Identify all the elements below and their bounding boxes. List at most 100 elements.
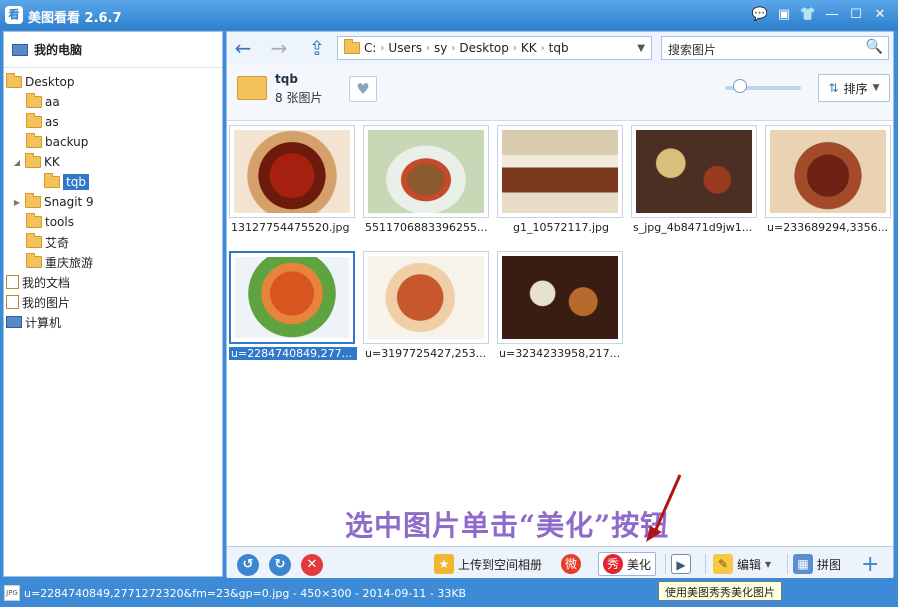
back-arrow-icon[interactable]: ← — [231, 36, 255, 60]
thumbnail-label[interactable]: 5511706883396255... — [365, 221, 497, 234]
path-segment[interactable]: KK — [521, 41, 537, 55]
edit-label: 编辑 — [737, 557, 762, 572]
thumbnail[interactable] — [497, 125, 623, 218]
path-segment[interactable]: sy — [434, 41, 447, 55]
thumbnail[interactable] — [631, 125, 757, 218]
slideshow-button[interactable]: ▶ — [671, 552, 691, 576]
upload-album-label: 上传到空间相册 — [458, 557, 543, 572]
search-input[interactable]: 搜索图片 🔍 — [661, 36, 889, 60]
food-photo-image — [636, 130, 752, 213]
sort-icon: ⇅ — [828, 81, 839, 95]
thumbnail[interactable] — [363, 251, 489, 344]
rotate-left-icon[interactable]: ↺ — [237, 554, 259, 576]
food-photo-image — [368, 130, 484, 213]
search-placeholder: 搜索图片 — [668, 43, 717, 57]
skin-icon[interactable]: 👕 — [798, 6, 818, 24]
tree-item-my-documents[interactable]: 我的文档 — [6, 272, 70, 292]
puzzle-icon: ▦ — [793, 554, 813, 574]
forward-arrow-icon[interactable]: → — [267, 36, 291, 60]
red-pointer-arrow-icon — [646, 474, 682, 542]
folder-info-bar: tqb 8 张图片 ♥ ⇅ 排序 ▼ — [227, 64, 893, 119]
thumbnail[interactable] — [229, 125, 355, 218]
path-segment[interactable]: tqb — [549, 41, 569, 55]
tree-item-aa[interactable]: aa — [26, 92, 60, 112]
tree-item-backup[interactable]: backup — [26, 132, 88, 152]
path-segment[interactable]: C: — [364, 41, 376, 55]
sort-button[interactable]: ⇅ 排序 ▼ — [818, 74, 890, 102]
thumbnail-label[interactable]: s_jpg_4b8471d9jw1... — [633, 221, 765, 234]
tree-item-label: 我的文档 — [22, 275, 71, 290]
path-bar[interactable]: C: › Users › sy › Desktop › KK › tqb ▼ — [337, 36, 652, 60]
tree-item-tools[interactable]: tools — [26, 212, 74, 232]
add-plus-icon[interactable]: + — [861, 552, 879, 577]
path-segment[interactable]: Desktop — [459, 41, 509, 55]
edit-button[interactable]: ✎ 编辑 ▼ — [713, 552, 771, 576]
thumbnail-label[interactable]: u=3234233958,217... — [499, 347, 631, 360]
weibo-icon: 微 — [561, 554, 581, 574]
thumbnail-label[interactable]: u=3197725427,253... — [365, 347, 497, 360]
folder-open-icon — [44, 173, 60, 188]
thumbnail-selected[interactable] — [229, 251, 355, 344]
minimize-icon[interactable]: — — [822, 6, 842, 24]
menu-icon[interactable]: ▣ — [774, 6, 794, 24]
tree-item-label: Snagit 9 — [44, 195, 94, 209]
up-folder-icon[interactable]: ⇪ — [305, 36, 329, 60]
weibo-share-button[interactable]: 微 — [561, 552, 581, 576]
delete-icon[interactable]: ✕ — [301, 554, 323, 576]
thumbnail-label[interactable]: g1_10572117.jpg — [513, 221, 645, 234]
tree-item-chongqing[interactable]: 重庆旅游 — [26, 252, 93, 272]
thumbnail-label-selected[interactable]: u=2284740849,277... — [229, 347, 357, 360]
collapsed-arrow-icon[interactable]: ▶ — [12, 198, 22, 207]
close-icon[interactable]: ✕ — [870, 6, 890, 24]
tree-item-tqb[interactable]: tqb — [44, 172, 89, 192]
search-icon[interactable]: 🔍 — [866, 39, 883, 55]
folder-icon — [26, 93, 42, 108]
tree-item-snagit[interactable]: ▶ Snagit 9 — [12, 192, 94, 212]
path-segment[interactable]: Users — [388, 41, 422, 55]
toolbar-divider — [787, 554, 788, 574]
tree-item-label: as — [45, 115, 59, 129]
thumbnail[interactable] — [363, 125, 489, 218]
toolbar-divider — [705, 554, 706, 574]
tree-item-label: 计算机 — [25, 315, 62, 330]
instruction-overlay-text: 选中图片单击“美化”按钮 — [345, 509, 670, 542]
bottom-toolbar: ↺ ↻ ✕ ★ 上传到空间相册 微 秀 美化 ▶ ✎ 编辑 ▼ ▦ 拼图 + — [227, 546, 893, 578]
tree-item-computer[interactable]: 计算机 — [6, 312, 61, 332]
feedback-icon[interactable]: 💬 — [750, 6, 770, 24]
tree-item-label: tqb — [63, 174, 89, 190]
rotate-right-icon[interactable]: ↻ — [269, 554, 291, 576]
tree-item-label: 重庆旅游 — [45, 255, 94, 270]
favorite-heart-icon[interactable]: ♥ — [349, 76, 377, 102]
sidebar-header[interactable]: 我的电脑 — [4, 32, 222, 68]
path-separator-icon: › — [512, 42, 517, 54]
chevron-down-icon[interactable]: ▼ — [637, 43, 645, 54]
tree-item-label: KK — [44, 155, 60, 169]
maximize-icon[interactable]: ☐ — [846, 6, 866, 24]
puzzle-button[interactable]: ▦ 拼图 — [793, 552, 841, 576]
window-title: 美图看看 2.6.7 — [28, 11, 122, 26]
toolbar-divider — [665, 554, 666, 574]
thumbnail-label[interactable]: 13127754475520.jpg — [231, 221, 363, 234]
upload-album-button[interactable]: ★ 上传到空间相册 — [434, 552, 542, 576]
image-count: 8 张图片 — [275, 91, 323, 105]
tree-item-my-pictures[interactable]: 我的图片 — [6, 292, 70, 312]
tree-item-kk[interactable]: ◢ KK — [12, 152, 60, 172]
tree-item-aiqi[interactable]: 艾奇 — [26, 232, 69, 252]
folder-icon — [25, 193, 41, 208]
chevron-down-icon[interactable]: ▼ — [765, 560, 771, 569]
app-window: 看 美图看看 2.6.7 💬 ▣ 👕 — ☐ ✕ 我的电脑 Desktop aa… — [0, 0, 898, 607]
folder-icon — [344, 39, 360, 54]
folder-icon — [26, 253, 42, 268]
expanded-arrow-icon[interactable]: ◢ — [12, 158, 22, 167]
zoom-slider-knob[interactable] — [733, 79, 747, 93]
tree-item-desktop[interactable]: Desktop — [6, 72, 75, 92]
meihua-button[interactable]: 秀 美化 — [598, 552, 657, 576]
tree-item-label: Desktop — [25, 75, 75, 89]
tree-item-as[interactable]: as — [26, 112, 59, 132]
food-photo-image — [368, 256, 484, 339]
thumbnail[interactable] — [497, 251, 623, 344]
thumbnail-label[interactable]: u=233689294,3356... — [767, 221, 898, 234]
food-photo-image — [502, 130, 618, 213]
food-photo-image — [770, 130, 886, 213]
thumbnail[interactable] — [765, 125, 891, 218]
